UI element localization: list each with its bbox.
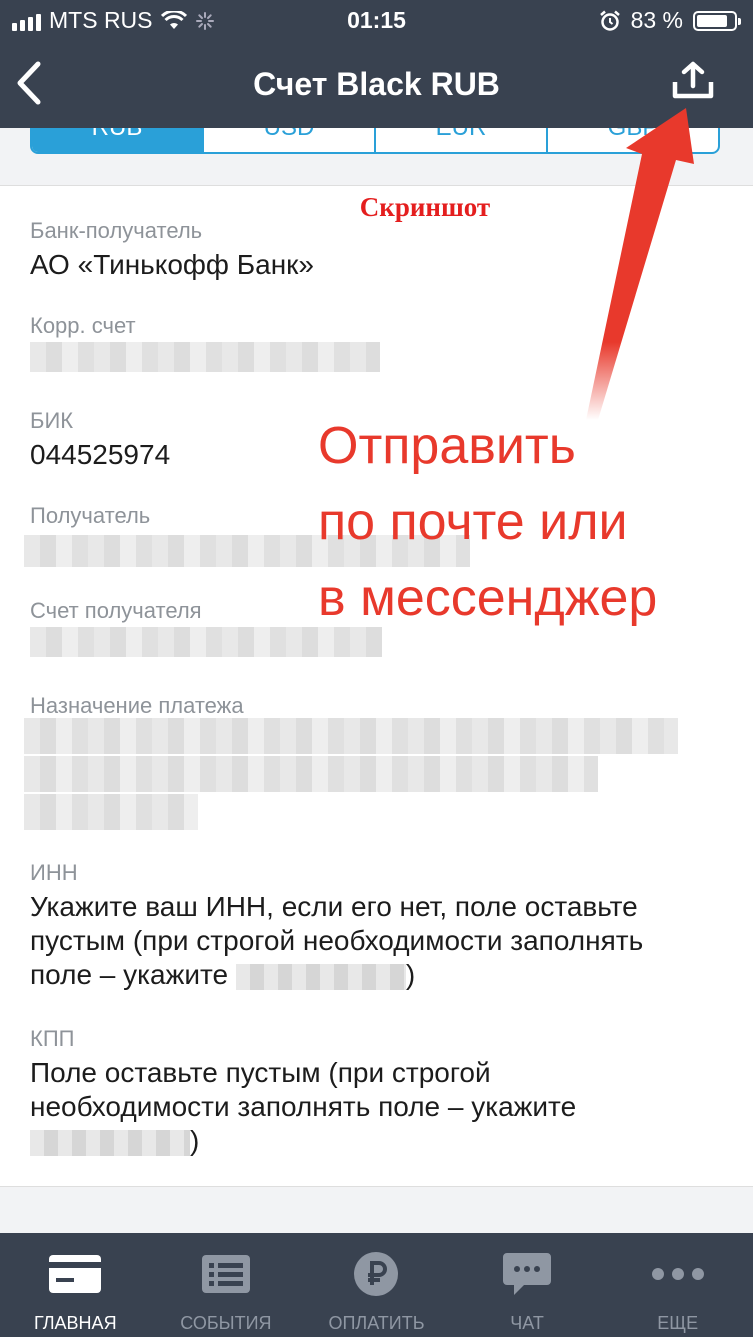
purpose-redacted-line2 (24, 756, 598, 792)
alarm-icon (599, 10, 620, 31)
card-icon (49, 1255, 102, 1293)
corr-value-redacted (30, 342, 380, 372)
kpp-value: Поле оставьте пустым (при строгой необхо… (30, 1056, 730, 1158)
inn-value-line3-end: ) (405, 959, 416, 990)
bank-value: АО «Тинькофф Банк» (30, 249, 314, 280)
kpp-label: КПП (30, 1026, 75, 1051)
list-icon (201, 1255, 250, 1293)
ruble-icon (354, 1252, 399, 1296)
kpp-value-line3: ) (30, 1124, 730, 1158)
share-button[interactable] (668, 60, 718, 104)
bank-field[interactable]: Банк-получатель АО «Тинькофф Банк» (30, 218, 730, 282)
tab-pay-label: ОПЛАТИТЬ (328, 1313, 425, 1333)
battery-icon (693, 10, 741, 31)
tab-chat[interactable]: ЧАТ (452, 1233, 603, 1337)
tab-events-label: СОБЫТИЯ (180, 1313, 272, 1333)
tab-pay[interactable]: ОПЛАТИТЬ (301, 1233, 452, 1337)
corr-field[interactable]: Корр. счет (30, 313, 730, 339)
inn-value: Укажите ваш ИНН, если его нет, поле оста… (30, 890, 730, 992)
inn-field[interactable]: ИНН Укажите ваш ИНН, если его нет, поле … (30, 860, 730, 992)
tab-events[interactable]: СОБЫТИЯ (151, 1233, 302, 1337)
inn-value-line3-text: поле – укажите (30, 959, 236, 990)
more-icon (651, 1268, 704, 1280)
tab-home[interactable]: ГЛАВНАЯ (0, 1233, 151, 1337)
purpose-redacted-line3 (24, 794, 198, 830)
inn-value-line1: Укажите ваш ИНН, если его нет, поле оста… (30, 891, 638, 922)
share-icon (672, 61, 714, 99)
share-hint-line2: по почте или (318, 493, 628, 551)
kpp-redacted (30, 1129, 190, 1156)
tab-chat-label: ЧАТ (510, 1313, 544, 1333)
status-bar: MTS RUS 01:15 83 % (0, 0, 753, 40)
kpp-value-line3-end: ) (190, 1125, 200, 1156)
tab-home-label: ГЛАВНАЯ (34, 1313, 117, 1333)
share-hint-annotation: Отправить по почте или в мессенджер (318, 408, 657, 636)
purpose-field[interactable]: Назначение платежа (30, 693, 730, 719)
tab-more-label: ЕЩЕ (657, 1313, 699, 1333)
bottom-tab-bar: ГЛАВНАЯ СОБЫТИЯ ОПЛАТИТЬ ЧАТ ЕЩЕ (0, 1233, 753, 1337)
purpose-label: Назначение платежа (30, 693, 244, 718)
inn-value-line2: пустым (при строгой необходимости заполн… (30, 925, 644, 956)
purpose-redacted-line1 (24, 718, 678, 754)
page-title: Счет Black RUB (253, 66, 500, 102)
inn-value-line3: поле – укажите ) (30, 958, 730, 992)
share-hint-line3: в мессенджер (318, 569, 658, 627)
battery-percent: 83 % (630, 7, 683, 33)
inn-redacted (235, 963, 406, 990)
screenshot-annotation: Скриншот (359, 192, 491, 222)
tab-more[interactable]: ЕЩЕ (602, 1233, 753, 1337)
kpp-field[interactable]: КПП Поле оставьте пустым (при строгой не… (30, 1026, 730, 1158)
share-hint-line1: Отправить (318, 417, 576, 475)
chat-icon (503, 1253, 552, 1295)
kpp-value-line2: необходимости заполнять поле – укажите (30, 1091, 577, 1122)
top-bar: MTS RUS 01:15 83 % Счет Black RUB (0, 0, 753, 128)
inn-label: ИНН (30, 860, 78, 885)
corr-label: Корр. счет (30, 313, 136, 338)
kpp-value-line1: Поле оставьте пустым (при строгой (30, 1057, 491, 1088)
